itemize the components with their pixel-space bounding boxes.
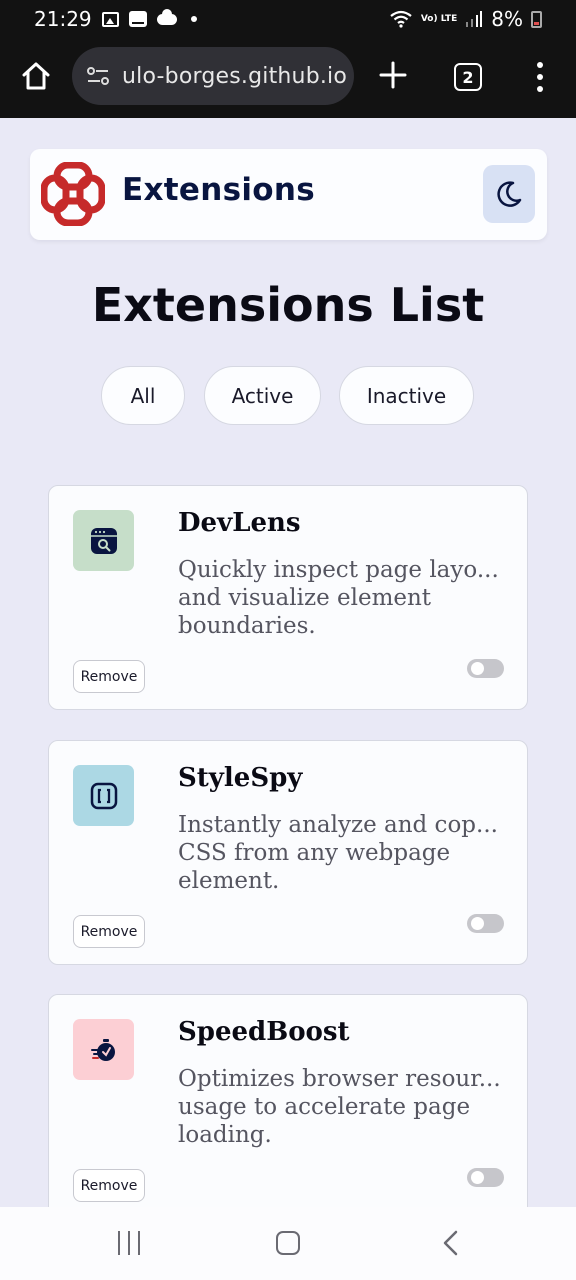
remove-button[interactable]: Remove [73, 915, 145, 948]
image-icon [101, 11, 119, 27]
devlens-icon [73, 510, 134, 571]
extension-name: StyleSpy [178, 763, 303, 793]
brand-name: Extensions [122, 172, 315, 208]
new-tab-icon[interactable] [378, 60, 408, 90]
extension-description: Optimizes browser resour... usage to acc… [178, 1066, 501, 1148]
tab-switcher-button[interactable]: 2 [454, 63, 482, 91]
signal-icon [466, 11, 483, 27]
wifi-icon [390, 10, 412, 28]
extensions-logo-icon [41, 162, 105, 226]
site-settings-icon[interactable] [86, 65, 110, 87]
battery-percent: 8% [491, 7, 523, 31]
extension-description: Quickly inspect page layo... and visuali… [178, 557, 499, 639]
moon-icon [497, 181, 522, 207]
extension-toggle[interactable] [467, 914, 504, 933]
remove-button[interactable]: Remove [73, 1169, 145, 1202]
filter-all-button[interactable]: All [101, 366, 185, 425]
page-title: Extensions List [91, 278, 485, 332]
url-text: ulo-borges.github.io [122, 63, 348, 89]
dot-icon [190, 16, 197, 22]
extension-card-speedboost: SpeedBoost Optimizes browser resour... u… [48, 994, 528, 1219]
back-icon[interactable] [440, 1229, 462, 1257]
filter-inactive-button[interactable]: Inactive [339, 366, 474, 425]
app-header: Extensions [30, 149, 547, 240]
filter-active-button[interactable]: Active [204, 366, 321, 425]
status-bar: 21:29 Vo) LTE 8% [0, 0, 576, 38]
stylespy-icon [73, 765, 134, 826]
battery-icon [531, 10, 542, 28]
navigation-bar [0, 1207, 576, 1280]
extension-toggle[interactable] [467, 1168, 504, 1187]
browser-toolbar: ulo-borges.github.io 2 [0, 38, 576, 118]
extension-description: Instantly analyze and cop... CSS from an… [178, 812, 498, 894]
extension-card-devlens: DevLens Quickly inspect page layo... and… [48, 485, 528, 710]
theme-toggle-button[interactable] [483, 165, 535, 223]
extension-name: SpeedBoost [178, 1017, 350, 1047]
recents-icon[interactable] [118, 1231, 140, 1255]
address-bar[interactable]: ulo-borges.github.io [72, 47, 354, 105]
extension-toggle[interactable] [467, 659, 504, 678]
cloud-icon [156, 8, 177, 25]
home-nav-icon[interactable] [276, 1231, 300, 1255]
speedboost-icon [73, 1019, 134, 1080]
remove-button[interactable]: Remove [73, 660, 145, 693]
extension-card-stylespy: StyleSpy Instantly analyze and cop... CS… [48, 740, 528, 965]
volte-icon: Vo) LTE [420, 13, 458, 24]
extension-name: DevLens [178, 508, 301, 538]
home-icon[interactable] [20, 60, 52, 92]
status-time: 21:29 [34, 7, 92, 31]
tab-count: 2 [462, 67, 474, 87]
notification-icon [128, 11, 147, 27]
more-menu-icon[interactable] [534, 62, 546, 92]
